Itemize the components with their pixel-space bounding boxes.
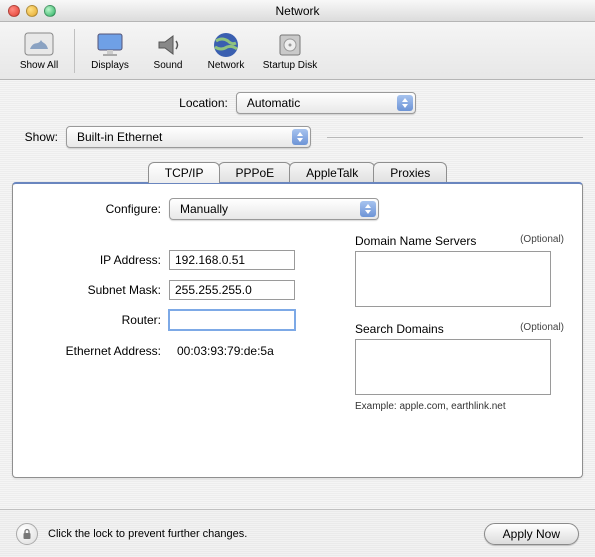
separator-line xyxy=(327,137,583,138)
prefs-icon xyxy=(23,30,55,60)
toolbar-network[interactable]: Network xyxy=(197,30,255,71)
search-heading-row: Search Domains (Optional) xyxy=(355,322,564,336)
dropdown-arrows-icon xyxy=(292,129,308,145)
show-select[interactable]: Built-in Ethernet xyxy=(66,126,311,148)
ethernet-row: Ethernet Address: 00:03:93:79:de:5a xyxy=(31,344,327,358)
toolbar-label: Network xyxy=(208,60,245,71)
toolbar-label: Displays xyxy=(91,60,129,71)
subnet-row: Subnet Mask: xyxy=(31,280,327,300)
tab-pppoe[interactable]: PPPoE xyxy=(218,162,291,183)
display-icon xyxy=(94,30,126,60)
subnet-label: Subnet Mask: xyxy=(31,283,161,297)
subnet-mask-input[interactable] xyxy=(169,280,295,300)
dropdown-arrows-icon xyxy=(360,201,376,217)
optional-label: (Optional) xyxy=(520,322,564,336)
dropdown-arrows-icon xyxy=(397,95,413,111)
dns-heading: Domain Name Servers xyxy=(355,234,476,248)
location-label: Location: xyxy=(179,96,228,110)
location-value: Automatic xyxy=(247,96,300,110)
dns-heading-row: Domain Name Servers (Optional) xyxy=(355,234,564,248)
titlebar: Network xyxy=(0,0,595,22)
configure-select[interactable]: Manually xyxy=(169,198,379,220)
toolbar: Show All Displays Sound Network Startup … xyxy=(0,22,595,80)
tab-tcpip[interactable]: TCP/IP xyxy=(148,162,221,183)
show-row: Show: Built-in Ethernet xyxy=(12,126,583,148)
show-value: Built-in Ethernet xyxy=(77,130,162,144)
main-area: Location: Automatic Show: Built-in Ether… xyxy=(0,80,595,557)
configure-value: Manually xyxy=(180,202,228,216)
router-label: Router: xyxy=(31,313,161,327)
toolbar-startup-disk[interactable]: Startup Disk xyxy=(255,30,325,71)
apply-now-button[interactable]: Apply Now xyxy=(484,523,579,545)
dns-servers-input[interactable] xyxy=(355,251,551,307)
speaker-icon xyxy=(152,30,184,60)
toolbar-label: Sound xyxy=(154,60,183,71)
tab-bar: TCP/IP PPPoE AppleTalk Proxies xyxy=(12,162,583,183)
disk-icon xyxy=(274,30,306,60)
lock-icon xyxy=(21,528,33,540)
lock-button[interactable] xyxy=(16,523,38,545)
ip-label: IP Address: xyxy=(31,253,161,267)
optional-label: (Optional) xyxy=(520,234,564,248)
tab-appletalk[interactable]: AppleTalk xyxy=(289,162,375,183)
configure-label: Configure: xyxy=(31,202,161,216)
router-row: Router: xyxy=(31,310,327,330)
toolbar-sound[interactable]: Sound xyxy=(139,30,197,71)
toolbar-divider xyxy=(74,29,75,73)
ethernet-value: 00:03:93:79:de:5a xyxy=(177,344,274,358)
globe-icon xyxy=(210,30,242,60)
toolbar-label: Startup Disk xyxy=(263,60,317,71)
toolbar-displays[interactable]: Displays xyxy=(81,30,139,71)
example-text: Example: apple.com, earthlink.net xyxy=(355,401,564,412)
show-label: Show: xyxy=(12,130,58,144)
router-input[interactable] xyxy=(169,310,295,330)
ethernet-label: Ethernet Address: xyxy=(31,344,161,358)
location-row: Location: Automatic xyxy=(12,92,583,114)
configure-row: Configure: Manually xyxy=(31,198,564,220)
settings-panel: Configure: Manually IP Address: Subnet M… xyxy=(12,182,583,478)
search-domains-input[interactable] xyxy=(355,339,551,395)
toolbar-show-all[interactable]: Show All xyxy=(10,30,68,71)
ip-address-input[interactable] xyxy=(169,250,295,270)
lock-text: Click the lock to prevent further change… xyxy=(48,528,484,540)
search-heading: Search Domains xyxy=(355,322,444,336)
tab-proxies[interactable]: Proxies xyxy=(373,162,447,183)
footer: Click the lock to prevent further change… xyxy=(0,509,595,557)
window-title: Network xyxy=(0,4,595,18)
toolbar-label: Show All xyxy=(20,60,58,71)
ip-row: IP Address: xyxy=(31,250,327,270)
location-select[interactable]: Automatic xyxy=(236,92,416,114)
